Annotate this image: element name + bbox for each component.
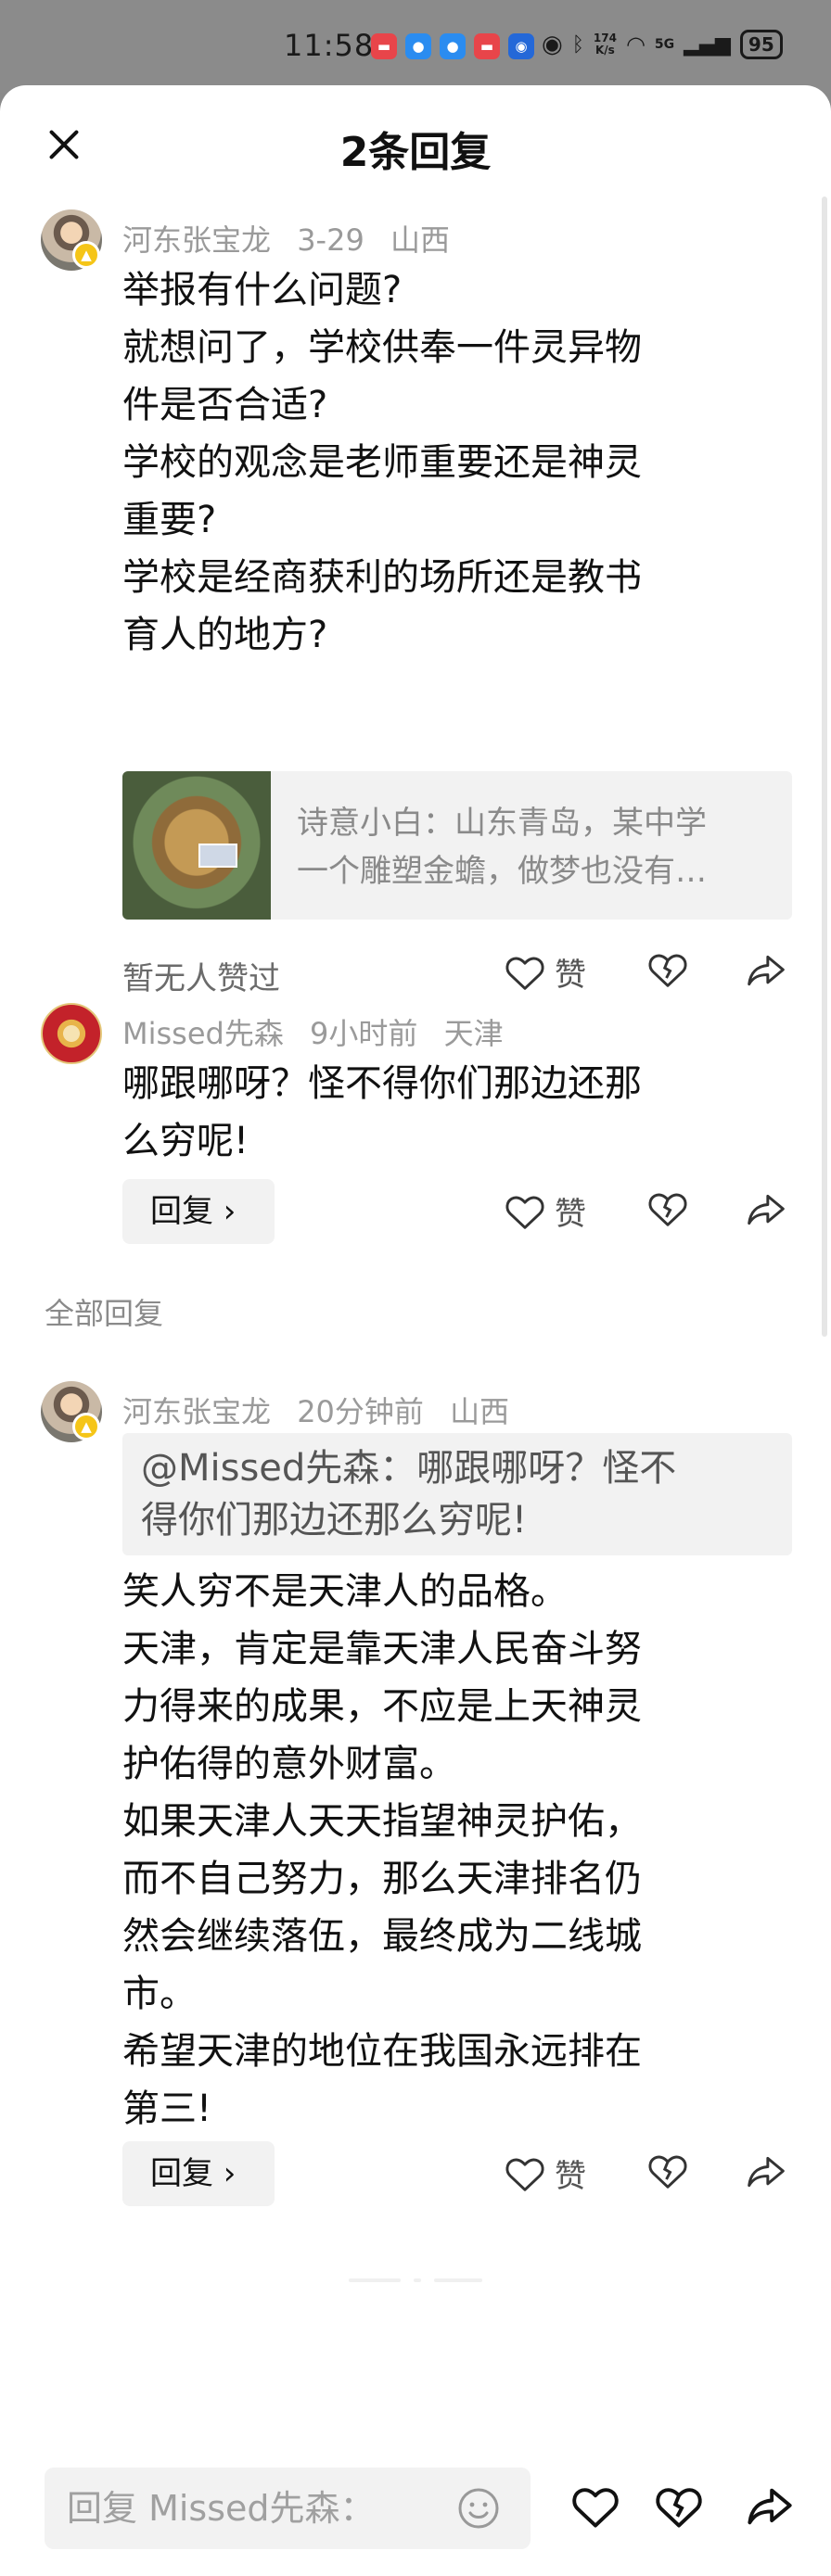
replies-sheet: 2条回复 ▲ 河东张宝龙 3-29 山西 举报有什么问题? 就想问了，学校供奉一… xyxy=(0,85,831,2576)
comment-actions: 暂无人赞过 赞 xyxy=(122,940,792,1007)
comment-line: 重要? xyxy=(122,499,217,541)
author-name[interactable]: 河东张宝龙 xyxy=(122,222,271,258)
comment-line: 育人的地方? xyxy=(122,614,328,656)
comment-line: 第三! xyxy=(122,2087,212,2130)
reply-button[interactable]: 回复 › xyxy=(122,1179,275,1244)
heart-icon xyxy=(505,1196,544,1229)
app-notification-icon: ▬ xyxy=(474,33,500,59)
like-button[interactable]: 赞 xyxy=(505,2151,586,2196)
author-name[interactable]: 河东张宝龙 xyxy=(122,1394,271,1429)
comment-date: 9小时前 xyxy=(310,1016,418,1051)
heart-icon xyxy=(505,957,544,990)
dislike-broken-heart-icon[interactable] xyxy=(647,2152,688,2189)
comment-meta: 河东张宝龙 20分钟前 山西 xyxy=(122,1389,526,1431)
chat-notification-icon: ● xyxy=(405,33,431,59)
comment-line: 天津，肯定是靠天津人民奋斗努 xyxy=(122,1628,642,1670)
link-card-line: 诗意小白：山东青岛，某中学 xyxy=(297,805,707,842)
author-name[interactable]: Missed先森 xyxy=(122,1016,284,1051)
net-speed-unit: K/s xyxy=(595,44,615,57)
comment-meta: 河东张宝龙 3-29 山西 xyxy=(122,217,467,260)
wifi-icon: ◠ xyxy=(625,32,646,57)
comment-text: 笑人穷不是天津人的品格。 天津，肯定是靠天津人民奋斗努 力得来的成果，不应是上天… xyxy=(122,1563,790,2138)
comment-main: ▲ 河东张宝龙 3-29 山西 举报有什么问题? 就想问了，学校供奉一件灵异物 … xyxy=(41,209,792,997)
comment-line: 笑人穷不是天津人的品格。 xyxy=(122,1570,568,1613)
net-speed: 174 K/s xyxy=(594,32,617,57)
status-time: 11:58 xyxy=(284,28,375,63)
comment-line: 件是否合适? xyxy=(122,384,328,426)
like-label: 赞 xyxy=(555,1196,586,1233)
emoji-icon[interactable] xyxy=(456,2486,501,2531)
comment-line: 举报有什么问题? xyxy=(122,269,403,311)
reply-button[interactable]: 回复 › xyxy=(122,2141,275,2206)
dislike-broken-heart-icon[interactable] xyxy=(647,1190,688,1227)
qq-notification-icon: ◉ xyxy=(508,33,534,59)
eye-icon: ◉ xyxy=(542,31,563,58)
comment-reply-target: Missed先森 9小时前 天津 哪跟哪呀？怪不得你们那边还那 么穷呢! 回复 … xyxy=(41,1003,792,1244)
comment-line: 希望天津的地位在我国永远排在 xyxy=(122,2030,642,2073)
comment-line: 市。 xyxy=(122,1973,197,2015)
scrollbar[interactable] xyxy=(822,197,827,1337)
like-label: 赞 xyxy=(555,957,586,994)
comment-text: 哪跟哪呀？怪不得你们那边还那 么穷呢! xyxy=(122,1055,790,1170)
dislike-broken-heart-icon[interactable] xyxy=(655,2484,703,2529)
comment-line: 然会继续落伍，最终成为二线城 xyxy=(122,1915,642,1958)
signal-icon: ▂▄▆ xyxy=(684,32,731,57)
comment-actions: 回复 › 赞 xyxy=(122,2141,792,2208)
share-icon[interactable] xyxy=(746,953,786,988)
comment-line: 哪跟哪呀？怪不得你们那边还那 xyxy=(122,1062,642,1105)
bluetooth-icon: ᛒ xyxy=(571,32,584,57)
bottom-reply-bar xyxy=(0,2449,831,2576)
quoted-comment[interactable]: @Missed先森：哪跟哪呀？怪不 得你们那边还那么穷呢! xyxy=(122,1433,792,1555)
like-button[interactable]: 赞 xyxy=(505,949,586,995)
link-card-text: 诗意小白：山东青岛，某中学 一个雕塑金蟾，做梦也没有… xyxy=(297,799,770,895)
comment-line: 如果天津人天天指望神灵护佑， xyxy=(122,1800,642,1843)
comment-line: 学校的观念是老师重要还是神灵 xyxy=(122,441,642,484)
level-badge-icon: ▲ xyxy=(72,1413,100,1440)
sheet-header: 2条回复 xyxy=(0,85,831,206)
quote-line: 得你们那边还那么穷呢! xyxy=(141,1499,528,1542)
quote-line: @Missed先森：哪跟哪呀？怪不 xyxy=(141,1447,677,1490)
status-bar: 11:58 ▬ ● ● ▬ ◉ ◉ ᛒ 174 K/s ◠ 5G ▂▄▆ 95 xyxy=(0,0,831,93)
comment-line: 而不自己努力，那么天津排名仍 xyxy=(122,1858,642,1900)
link-thumbnail xyxy=(122,771,271,920)
comment-line: 力得来的成果，不应是上天神灵 xyxy=(122,1685,642,1728)
app-notification-icon: ▬ xyxy=(371,33,397,59)
status-indicators: ◉ ᛒ 174 K/s ◠ 5G ▂▄▆ 95 xyxy=(542,30,783,59)
comment-actions: 回复 › 赞 xyxy=(122,1179,792,1246)
share-icon[interactable] xyxy=(746,2154,786,2189)
comment-location: 山西 xyxy=(390,222,450,258)
comment-location: 天津 xyxy=(443,1016,504,1051)
dislike-broken-heart-icon[interactable] xyxy=(647,951,688,988)
comment-date: 3-29 xyxy=(297,222,364,258)
comment-line: 就想问了，学校供奉一件灵异物 xyxy=(122,326,642,369)
notification-icons: ▬ ● ● ▬ ◉ xyxy=(371,33,534,59)
reply-input-box[interactable] xyxy=(45,2468,531,2549)
comment-line: 学校是经商获利的场所还是教书 xyxy=(122,556,642,599)
network-type: 5G xyxy=(654,37,675,52)
comment-location: 山西 xyxy=(450,1394,510,1429)
comment-date: 20分钟前 xyxy=(297,1394,424,1429)
comment-line: 护佑得的意外财富。 xyxy=(122,1743,456,1785)
comment-line: 么穷呢! xyxy=(122,1120,249,1162)
level-badge-icon: ▲ xyxy=(72,241,100,269)
chat-notification-icon: ● xyxy=(440,33,466,59)
link-card-line: 一个雕塑金蟾，做梦也没有… xyxy=(297,853,707,890)
share-icon[interactable] xyxy=(746,2486,794,2527)
page-title: 2条回复 xyxy=(339,129,492,176)
heart-icon[interactable] xyxy=(571,2484,620,2529)
comment-meta: Missed先森 9小时前 天津 xyxy=(122,1010,520,1053)
comment-reply: ▲ 河东张宝龙 20分钟前 山西 @Missed先森：哪跟哪呀？怪不 得你们那边… xyxy=(41,1381,792,2215)
battery-indicator: 95 xyxy=(739,30,783,59)
reply-input[interactable] xyxy=(67,2468,456,2549)
no-likes-text: 暂无人赞过 xyxy=(122,960,280,997)
share-icon[interactable] xyxy=(746,1192,786,1227)
link-card[interactable]: 诗意小白：山东青岛，某中学 一个雕塑金蟾，做梦也没有… xyxy=(122,771,792,920)
heart-icon xyxy=(505,2158,544,2191)
avatar[interactable] xyxy=(41,1003,102,1064)
section-label: 全部回复 xyxy=(45,1296,164,1331)
like-label: 赞 xyxy=(555,2158,586,2195)
like-button[interactable]: 赞 xyxy=(505,1188,586,1234)
comment-text: 举报有什么问题? 就想问了，学校供奉一件灵异物 件是否合适? 学校的观念是老师重… xyxy=(122,261,790,664)
loading-indicator xyxy=(349,2278,482,2284)
